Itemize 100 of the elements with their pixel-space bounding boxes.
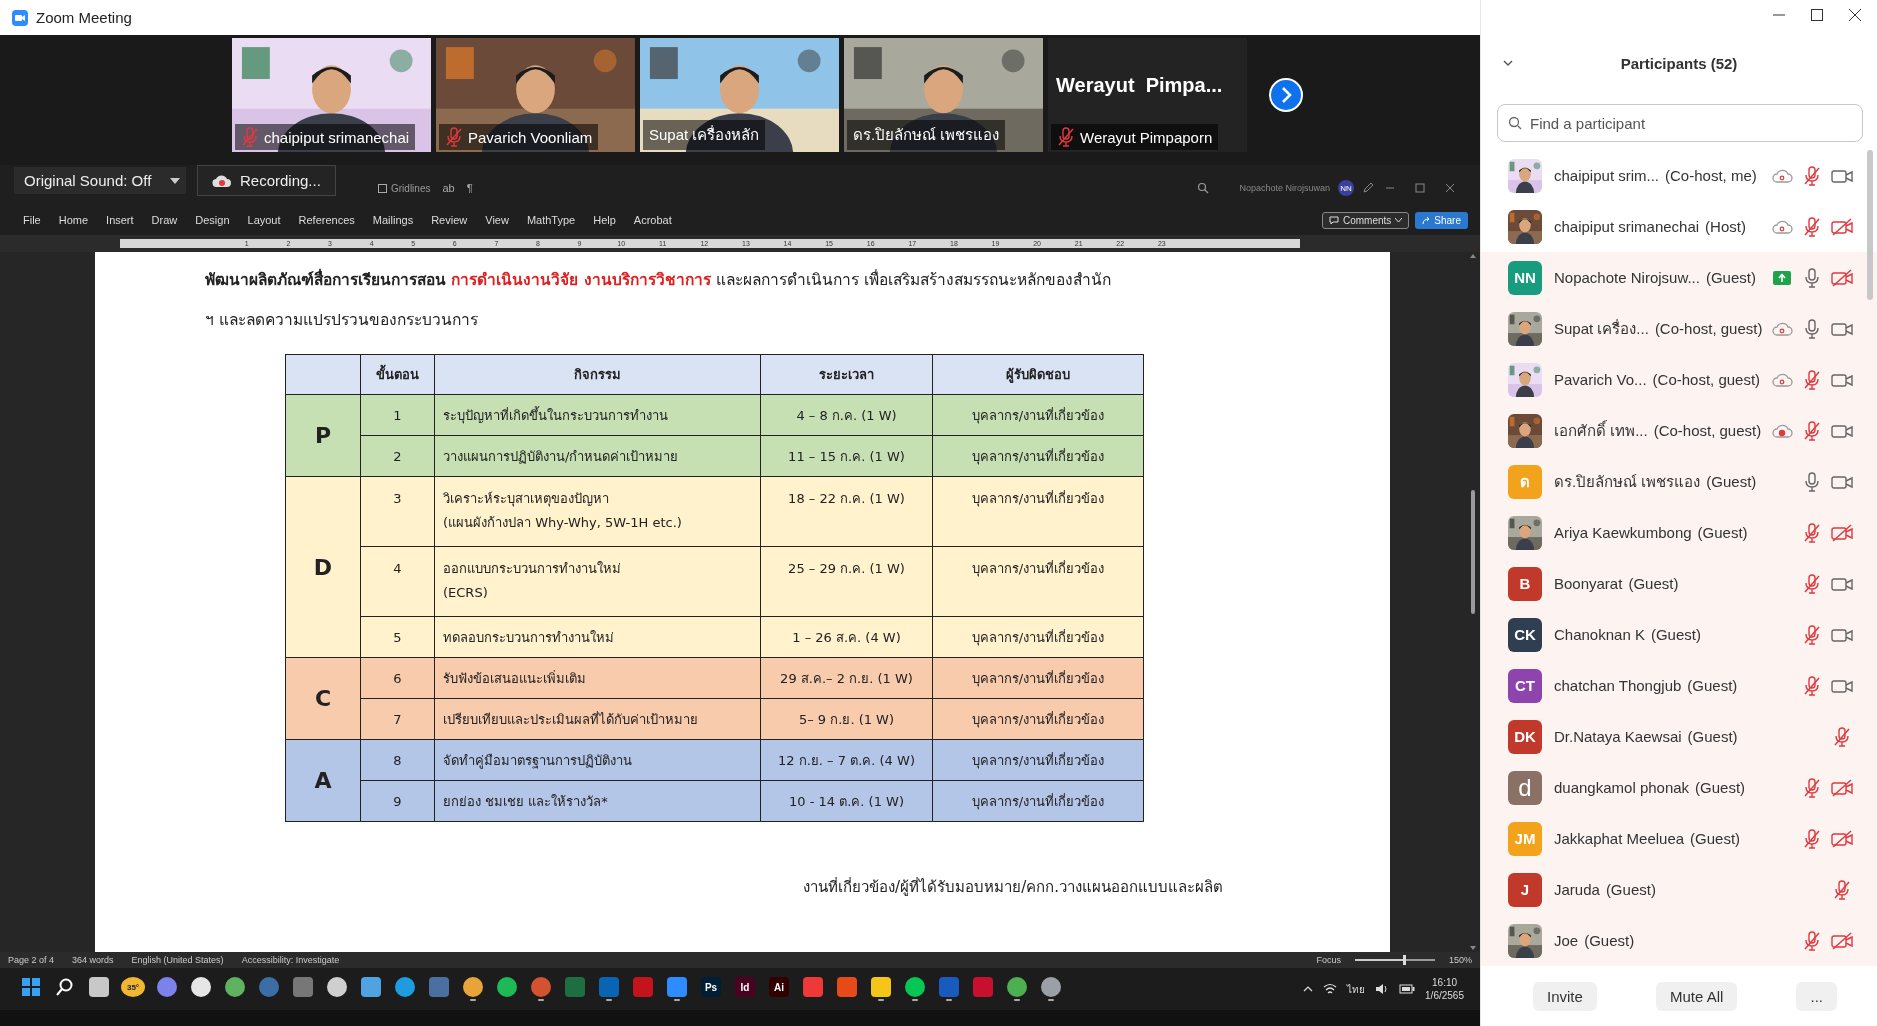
pen-icon[interactable]: [1362, 182, 1374, 194]
menu-tab[interactable]: References: [289, 214, 364, 226]
collapse-chevron-icon[interactable]: [1503, 60, 1513, 66]
mic-icon[interactable]: [1803, 471, 1821, 492]
app-icon[interactable]: Ai: [769, 977, 789, 997]
participant-row[interactable]: Pavarich Vo... (Co-host, guest): [1481, 354, 1877, 405]
account-avatar[interactable]: NN: [1338, 180, 1354, 196]
participant-row[interactable]: CT chatchan Thongjub (Guest): [1481, 660, 1877, 711]
wifi-icon[interactable]: [1323, 983, 1338, 995]
video-off-icon[interactable]: [1831, 931, 1853, 950]
mic-icon[interactable]: [1803, 267, 1821, 288]
video-off-icon[interactable]: [1831, 217, 1853, 236]
video-tile[interactable]: Werayut Pimpa... Werayut Pimpaporn: [1048, 38, 1247, 152]
participant-row[interactable]: CK Chanoknan K (Guest): [1481, 609, 1877, 660]
clock-date[interactable]: 1/6/2565: [1425, 989, 1464, 1002]
participant-row[interactable]: chaipiput srim... (Co-host, me): [1481, 150, 1877, 201]
muted-mic-icon[interactable]: [1803, 675, 1821, 696]
participant-row[interactable]: Ariya Kaewkumbong (Guest): [1481, 507, 1877, 558]
participant-row[interactable]: เอกศักดิ์ เทพ... (Co-host, guest): [1481, 405, 1877, 456]
menu-tab[interactable]: View: [476, 214, 518, 226]
menu-tab[interactable]: Review: [422, 214, 477, 226]
muted-mic-icon[interactable]: [1057, 127, 1075, 147]
caret-icon[interactable]: [170, 177, 180, 184]
participant-row[interactable]: JM Jakkaphat Meeluea (Guest): [1481, 813, 1877, 864]
caret-icon[interactable]: [1303, 986, 1314, 992]
menu-tab[interactable]: Acrobat: [624, 214, 681, 226]
clock-time[interactable]: 16:10: [1432, 976, 1458, 989]
search-icon[interactable]: [1197, 182, 1210, 194]
share-button[interactable]: Share: [1415, 211, 1468, 229]
app-icon[interactable]: [395, 977, 415, 997]
mic-icon[interactable]: [1803, 318, 1821, 339]
muted-mic-icon[interactable]: [1803, 930, 1821, 951]
muted-mic-icon[interactable]: [1833, 726, 1851, 747]
app-icon[interactable]: Ps: [701, 977, 721, 997]
participant-row[interactable]: ด ดร.ปิยลักษณ์ เพชรแอง (Guest): [1481, 456, 1877, 507]
audio-dropdown[interactable]: Original Sound: Off: [14, 167, 186, 194]
menu-tab[interactable]: Mailings: [363, 214, 423, 226]
comments-button[interactable]: Comments: [1321, 211, 1410, 229]
video-off-icon[interactable]: [1831, 268, 1853, 287]
gridlines-checkbox[interactable]: [378, 183, 387, 193]
video-off-icon[interactable]: [1831, 829, 1853, 848]
scrollbar[interactable]: [1468, 252, 1478, 952]
scrollbar[interactable]: [1867, 150, 1873, 300]
menu-tab[interactable]: File: [14, 214, 50, 226]
language-label[interactable]: English (United States): [131, 955, 224, 965]
keyboard-language[interactable]: ไทย: [1347, 981, 1366, 997]
video-tile[interactable]: Pavarich Voonliam: [436, 38, 635, 152]
participant-row[interactable]: d duangkamol phonak (Guest): [1481, 762, 1877, 813]
menu-tab[interactable]: Design: [186, 214, 239, 226]
muted-mic-icon[interactable]: [1803, 522, 1821, 543]
video-off-icon[interactable]: [1831, 523, 1853, 542]
app-icon[interactable]: [191, 977, 211, 997]
speaker-icon[interactable]: [1375, 983, 1390, 995]
close-icon[interactable]: [1849, 9, 1861, 21]
video-tile[interactable]: Supat เครื่องหลัก: [640, 38, 839, 152]
search-icon[interactable]: [56, 978, 74, 996]
muted-mic-icon[interactable]: [1803, 828, 1821, 849]
participant-row[interactable]: J Jaruda (Guest): [1481, 864, 1877, 915]
muted-mic-icon[interactable]: [1803, 573, 1821, 594]
muted-mic-icon[interactable]: [1803, 777, 1821, 798]
app-icon[interactable]: [1007, 977, 1027, 997]
video-tile[interactable]: ดร.ปิยลักษณ์ เพชรแอง: [844, 38, 1043, 152]
search-field[interactable]: Find a participant: [1497, 104, 1863, 142]
muted-mic-icon[interactable]: [1803, 624, 1821, 645]
participant-row[interactable]: B Boonyarat (Guest): [1481, 558, 1877, 609]
focus-button[interactable]: Focus: [1316, 955, 1341, 965]
recording-indicator[interactable]: Recording...: [197, 165, 336, 196]
participant-row[interactable]: NN Nopachote Nirojsuw... (Guest): [1481, 252, 1877, 303]
muted-mic-icon[interactable]: [1803, 369, 1821, 390]
participant-row[interactable]: Supat เครื่อง... (Co-host, guest): [1481, 303, 1877, 354]
battery-icon[interactable]: [1399, 984, 1416, 994]
participant-row[interactable]: DK Dr.Nataya Kaewsai (Guest): [1481, 711, 1877, 762]
menu-tab[interactable]: Home: [49, 214, 98, 226]
menu-tab[interactable]: Layout: [238, 214, 290, 226]
next-page-icon[interactable]: [1268, 77, 1304, 113]
maximize-icon[interactable]: [1811, 9, 1823, 21]
app-icon[interactable]: [225, 977, 245, 997]
panel-button[interactable]: Mute All: [1656, 981, 1738, 1011]
accessibility-label[interactable]: Accessibility: Investigate: [241, 955, 340, 965]
participant-row[interactable]: Joe (Guest): [1481, 915, 1877, 966]
menu-tab[interactable]: MathType: [517, 214, 585, 226]
panel-button[interactable]: ...: [1796, 981, 1837, 1011]
app-icon[interactable]: [463, 977, 483, 997]
windows-icon[interactable]: [22, 978, 40, 996]
video-tile[interactable]: chaipiput srimanechai: [232, 38, 431, 152]
weather-icon[interactable]: 35°: [121, 977, 145, 997]
app-icon[interactable]: [327, 977, 347, 997]
app-icon[interactable]: [905, 977, 925, 997]
menu-tab[interactable]: Insert: [97, 214, 143, 226]
muted-mic-icon[interactable]: [1803, 420, 1821, 441]
video-off-icon[interactable]: [1831, 778, 1853, 797]
app-icon[interactable]: [497, 977, 517, 997]
app-icon[interactable]: Id: [735, 977, 755, 997]
muted-mic-icon[interactable]: [1803, 165, 1821, 186]
muted-mic-icon[interactable]: [1803, 216, 1821, 237]
toolbar-glyph[interactable]: ¶: [466, 182, 473, 194]
toolbar-glyph[interactable]: ab: [442, 182, 455, 194]
panel-button[interactable]: Invite: [1533, 981, 1597, 1011]
menu-tab[interactable]: Help: [584, 214, 625, 226]
muted-mic-icon[interactable]: [1833, 879, 1851, 900]
